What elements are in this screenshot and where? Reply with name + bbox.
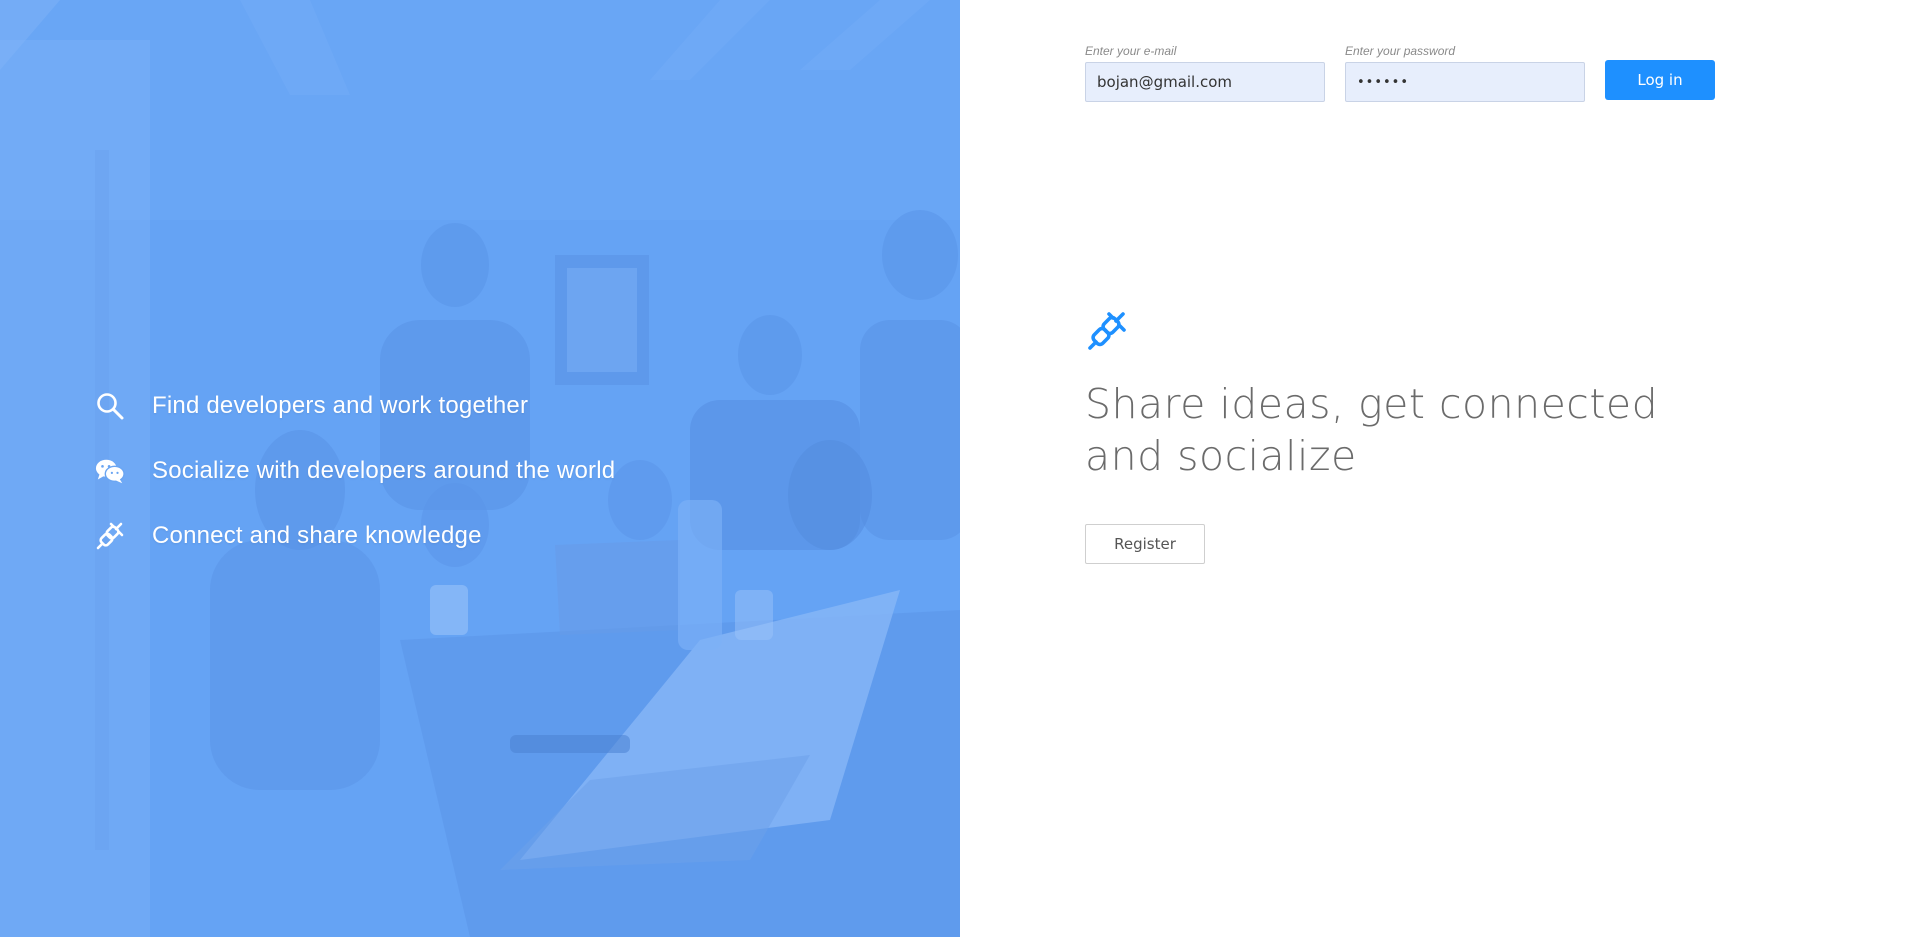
search-icon xyxy=(95,391,125,421)
email-field-group: Enter your e-mail xyxy=(1085,44,1325,102)
register-button[interactable]: Register xyxy=(1085,524,1205,564)
password-field-group: Enter your password xyxy=(1345,44,1585,102)
landing-page: Find developers and work together Social… xyxy=(0,0,1920,937)
plug-icon xyxy=(1085,310,1129,354)
password-label: Enter your password xyxy=(1345,44,1456,58)
email-input[interactable] xyxy=(1085,62,1325,102)
login-form: Enter your e-mail Enter your password Lo… xyxy=(1085,44,1715,102)
email-label: Enter your e-mail xyxy=(1085,44,1177,58)
feature-item-socialize: Socialize with developers around the wor… xyxy=(95,438,795,503)
feature-list: Find developers and work together Social… xyxy=(95,373,795,568)
page-headline: Share ideas, get connected and socialize xyxy=(1085,380,1659,480)
plug-icon xyxy=(95,521,125,551)
login-button[interactable]: Log in xyxy=(1605,60,1715,100)
feature-text: Find developers and work together xyxy=(152,391,529,419)
password-input[interactable] xyxy=(1345,62,1585,102)
hero-panel: Find developers and work together Social… xyxy=(0,0,960,937)
feature-item-connect: Connect and share knowledge xyxy=(95,503,795,568)
chat-bubbles-icon xyxy=(95,456,125,486)
auth-panel: Enter your e-mail Enter your password Lo… xyxy=(960,0,1920,937)
feature-text: Socialize with developers around the wor… xyxy=(152,456,616,484)
feature-text: Connect and share knowledge xyxy=(152,521,482,549)
feature-item-find-developers: Find developers and work together xyxy=(95,373,795,438)
